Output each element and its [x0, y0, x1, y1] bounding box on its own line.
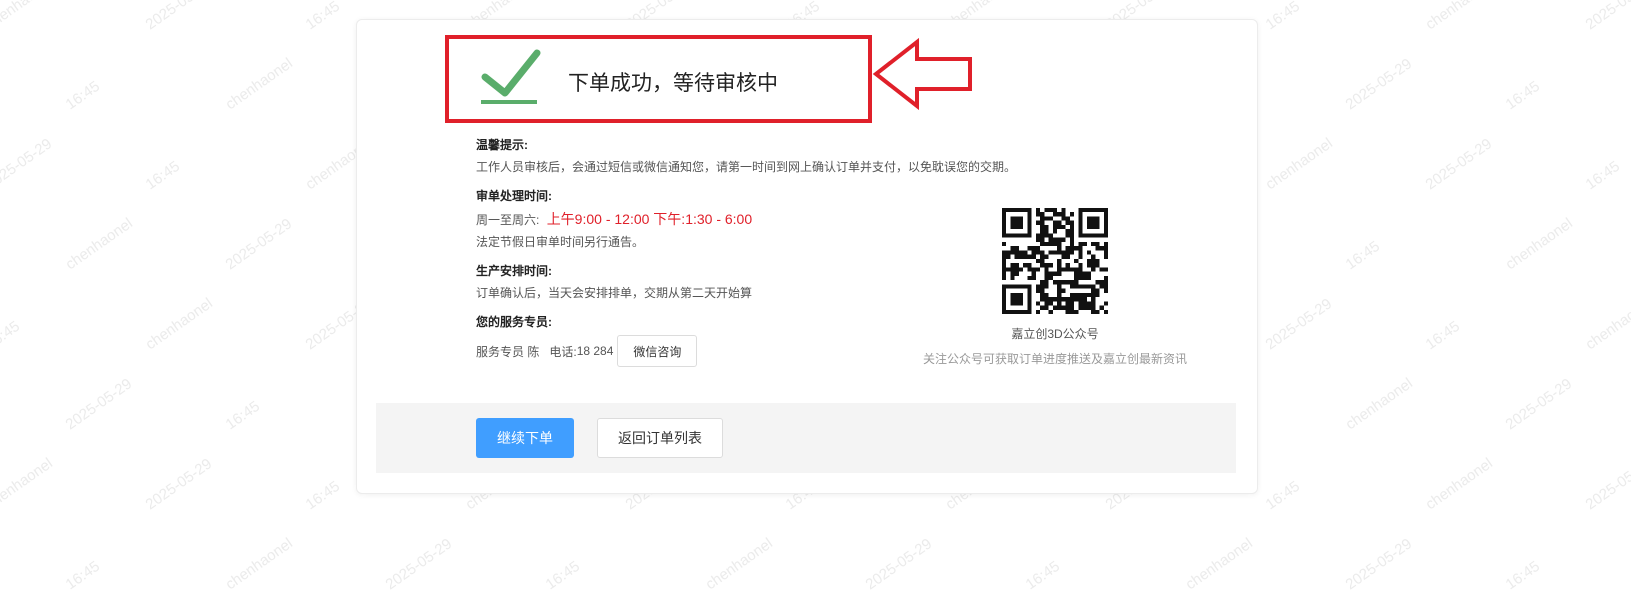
success-highlight-box: 下单成功，等待审核中 [445, 35, 872, 123]
watermark-text: 16:45 [543, 558, 584, 593]
continue-order-button[interactable]: 继续下单 [476, 418, 574, 458]
watermark-text: 16:45 [303, 478, 344, 513]
action-footer: 继续下单 返回订单列表 [376, 403, 1236, 473]
watermark-text: 16:45 [143, 158, 184, 193]
review-days: 周一至周六: [476, 213, 540, 227]
review-hours: 上午9:00 - 12:00 下午:1:30 - 6:00 [546, 211, 753, 227]
watermark-text: 16:45 [1023, 558, 1064, 593]
watermark-text: 16:45 [1263, 0, 1304, 33]
back-to-order-list-button[interactable]: 返回订单列表 [597, 418, 723, 458]
left-arrow-icon [872, 38, 972, 110]
watermark-text: chenhaonel [1263, 135, 1336, 193]
watermark-text: chenhaonel [0, 0, 56, 33]
watermark-text: 2025-05-29 [383, 535, 456, 593]
watermark-text: 2025-05-29 [223, 215, 296, 273]
watermark-text: 2025-05-29 [1343, 55, 1416, 113]
qr-code-image [1002, 208, 1108, 314]
watermark-text: chenhaonel [0, 455, 56, 513]
watermark-text: 16:45 [1343, 238, 1384, 273]
watermark-text: 2025-05-29 [143, 455, 216, 513]
review-time-heading: 审单处理时间: [476, 189, 552, 203]
watermark-text: chenhaonel [1343, 375, 1416, 433]
warm-tip-text: 工作人员审核后，会通过短信或微信通知您，请第一时间到网上确认订单并支付，以免耽误… [476, 160, 1017, 174]
watermark-text: chenhaonel [1583, 295, 1631, 353]
watermark-text: 2025-05-29 [863, 535, 936, 593]
watermark-text: 16:45 [303, 0, 344, 33]
watermark-text: 16:45 [223, 398, 264, 433]
watermark-text: chenhaonel [1503, 215, 1576, 273]
watermark-text: 16:45 [1503, 558, 1544, 593]
warm-tip-heading: 温馨提示: [476, 138, 528, 152]
watermark-text: 2025-05-29 [1583, 0, 1631, 33]
watermark-text: 16:45 [63, 558, 104, 593]
watermark-text: chenhaonel [1183, 535, 1256, 593]
watermark-text: chenhaonel [1423, 0, 1496, 33]
qr-section: 嘉立创3D公众号 关注公众号可获取订单进度推送及嘉立创最新资讯 [915, 208, 1195, 367]
watermark-text: 16:45 [1423, 318, 1464, 353]
service-phone-label: 电话: [549, 344, 577, 359]
checkmark-icon [481, 49, 541, 104]
watermark-text: chenhaonel [143, 295, 216, 353]
watermark-text: 2025-05-29 [63, 375, 136, 433]
watermark-text: 16:45 [1583, 158, 1624, 193]
watermark-text: 2025-05-29 [1503, 375, 1576, 433]
watermark-text: chenhaonel [223, 535, 296, 593]
qr-title: 嘉立创3D公众号 [1011, 327, 1099, 341]
watermark-text: 16:45 [63, 78, 104, 113]
watermark-text: chenhaonel [1423, 455, 1496, 513]
qr-subtitle: 关注公众号可获取订单进度推送及嘉立创最新资讯 [922, 352, 1187, 366]
watermark-text: 16:45 [1263, 478, 1304, 513]
watermark-text: chenhaonel [223, 55, 296, 113]
service-phone: 18 284 [576, 344, 614, 358]
watermark-text: 2025-05-29 [1263, 295, 1336, 353]
watermark-text: 16:45 [0, 318, 23, 353]
watermark-text: 2025-05-29 [143, 0, 216, 33]
watermark-text: 16:45 [1503, 78, 1544, 113]
warm-tip-block: 温馨提示: 工作人员审核后，会通过短信或微信通知您，请第一时间到网上确认订单并支… [476, 136, 1017, 175]
watermark-text: 2025-05-29 [0, 135, 55, 193]
watermark-text: chenhaonel [63, 215, 136, 273]
watermark-text: chenhaonel [703, 535, 776, 593]
success-title: 下单成功，等待审核中 [568, 72, 778, 95]
watermark-text: 2025-05-29 [1583, 455, 1631, 513]
watermark-text: 2025-05-29 [1343, 535, 1416, 593]
service-name: 服务专员 陈 [476, 344, 540, 359]
watermark-text: 2025-05-29 [1423, 135, 1496, 193]
wechat-consult-button[interactable]: 微信咨询 [617, 335, 698, 367]
